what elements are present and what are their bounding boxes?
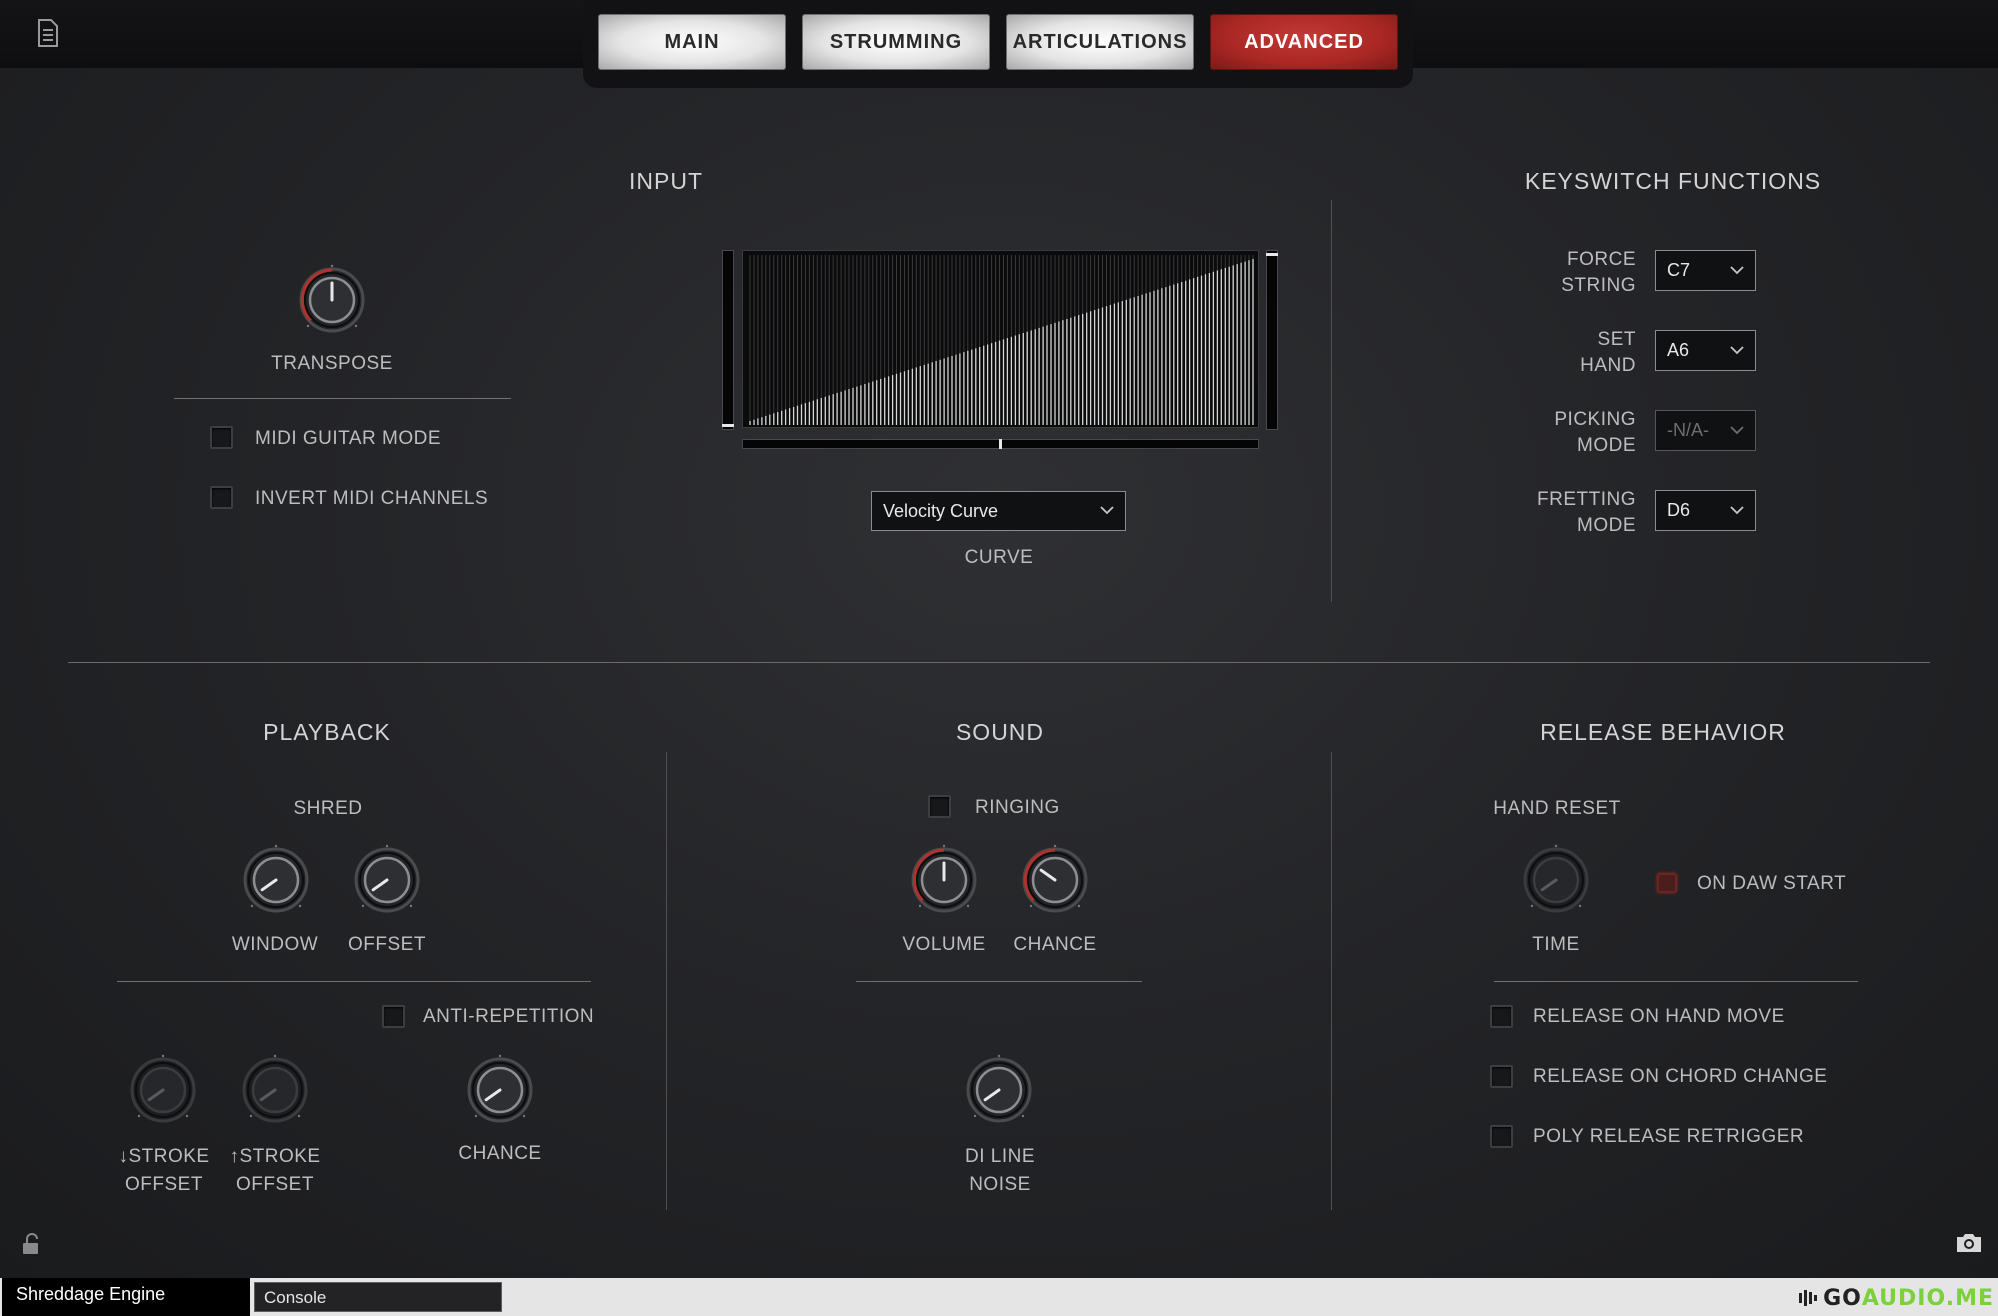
sound-chance-knob[interactable] [1017,842,1093,918]
document-icon[interactable] [36,18,60,48]
logo-text-audio: AUDIO.ME [1861,1285,1994,1311]
divider [1331,200,1332,602]
transpose-label: TRANSPOSE [271,353,393,374]
curve-horizontal-slider[interactable] [742,439,1259,449]
chevron-down-icon [1730,345,1744,354]
force-string-value: C7 [1667,260,1691,280]
midi-guitar-mode-checkbox[interactable] [210,426,233,449]
tab-advanced[interactable]: ADVANCED [1210,14,1398,70]
ringing-checkbox[interactable] [928,795,951,818]
keyswitch-title: KEYSWITCH FUNCTIONS [1524,168,1822,194]
tab-articulations[interactable]: ARTICULATIONS [1006,14,1194,70]
logo-mark-icon [1797,1287,1819,1309]
unlock-icon[interactable] [20,1232,44,1256]
poly-release-retrigger-label: POLY RELEASE RETRIGGER [1533,1126,1805,1147]
invert-midi-channels-checkbox[interactable] [210,486,233,509]
divider [666,752,667,1210]
volume-knob[interactable] [906,842,982,918]
force-string-label: FORCE STRING [1561,249,1636,296]
curve-select-value: Velocity Curve [883,500,999,521]
divider [856,981,1142,982]
anti-repetition-chance-label: CHANCE [458,1143,542,1164]
up-stroke-offset-knob[interactable] [237,1052,313,1128]
divider [174,398,511,399]
fretting-mode-value: D6 [1667,500,1691,520]
console-input[interactable]: Console [254,1282,502,1312]
up-stroke-offset-label: ↑STROKE OFFSET [229,1146,321,1195]
plugin-panel: MAIN STRUMMING ARTICULATIONS ADVANCED IN… [0,0,1998,1278]
ringing-label: RINGING [975,797,1060,818]
curve-left-slider[interactable] [722,250,734,430]
picking-mode-select: -N/A- [1655,410,1756,451]
divider [1331,752,1332,1210]
down-stroke-offset-knob[interactable] [125,1052,201,1128]
camera-icon[interactable] [1954,1231,1984,1255]
anti-repetition-checkbox[interactable] [382,1005,405,1028]
offset-knob[interactable] [349,842,425,918]
poly-release-retrigger-checkbox[interactable] [1490,1125,1513,1148]
hand-reset-label: HAND RESET [1493,798,1621,819]
di-line-noise-label: DI LINE NOISE [964,1146,1036,1195]
input-title: INPUT [629,168,703,194]
volume-label: VOLUME [902,934,986,955]
on-daw-start-label: ON DAW START [1697,873,1847,894]
chevron-down-icon [1100,506,1114,515]
sound-title: SOUND [955,719,1045,745]
set-hand-value: A6 [1667,340,1690,360]
divider [117,981,591,982]
tab-strumming[interactable]: STRUMMING [802,14,990,70]
picking-mode-label: PICKING MODE [1554,409,1636,456]
time-label: TIME [1532,934,1580,955]
logo-text-go: GO [1823,1285,1862,1311]
divider [1494,981,1858,982]
offset-label: OFFSET [348,934,426,955]
on-daw-start-indicator[interactable] [1657,873,1677,893]
sound-chance-label: CHANCE [1013,934,1097,955]
curve-right-slider[interactable] [1266,250,1278,430]
picking-mode-value: -N/A- [1667,420,1709,440]
anti-repetition-chance-knob[interactable] [462,1052,538,1128]
di-line-noise-knob[interactable] [961,1052,1037,1128]
curve-label: CURVE [964,547,1034,568]
release-on-hand-move-label: RELEASE ON HAND MOVE [1533,1006,1785,1027]
fretting-mode-label: FRETTING MODE [1537,489,1636,536]
chevron-down-icon [1730,505,1744,514]
tab-bar: MAIN STRUMMING ARTICULATIONS ADVANCED [583,0,1413,88]
invert-midi-channels-label: INVERT MIDI CHANNELS [255,488,489,509]
window-knob[interactable] [238,842,314,918]
chevron-down-icon [1730,265,1744,274]
window-label: WINDOW [231,934,319,955]
release-on-hand-move-checkbox[interactable] [1490,1005,1513,1028]
set-hand-select[interactable]: A6 [1655,330,1756,371]
midi-guitar-mode-label: MIDI GUITAR MODE [255,428,442,449]
curve-select[interactable]: Velocity Curve [871,491,1126,531]
tab-main[interactable]: MAIN [598,14,786,70]
chevron-down-icon [1730,425,1744,434]
velocity-curve-graph[interactable] [742,250,1259,428]
shred-label: SHRED [293,798,363,819]
fretting-mode-select[interactable]: D6 [1655,490,1756,531]
transpose-knob[interactable] [294,262,370,338]
release-on-chord-change-checkbox[interactable] [1490,1065,1513,1088]
section-divider [68,662,1930,663]
engine-tab[interactable]: Shreddage Engine [2,1278,250,1316]
status-bar: Shreddage Engine Console GO AUDIO.ME [0,1278,1998,1316]
goaudio-logo: GO AUDIO.ME [1798,1284,1994,1312]
force-string-select[interactable]: C7 [1655,250,1756,291]
playback-title: PLAYBACK [263,719,391,745]
release-behavior-title: RELEASE BEHAVIOR [1540,719,1786,745]
hand-reset-time-knob[interactable] [1518,842,1594,918]
set-hand-label: SET HAND [1580,329,1636,376]
down-stroke-offset-label: ↓STROKE OFFSET [118,1146,210,1195]
release-on-chord-change-label: RELEASE ON CHORD CHANGE [1533,1066,1828,1087]
anti-repetition-label: ANTI-REPETITION [423,1006,595,1027]
